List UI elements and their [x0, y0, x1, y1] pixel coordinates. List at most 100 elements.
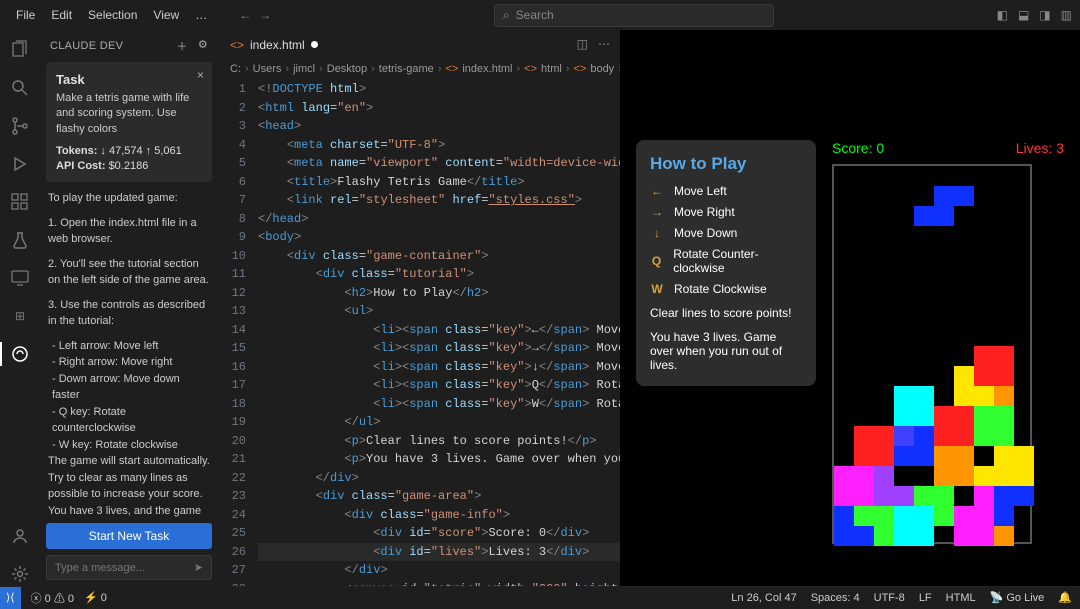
breadcrumb-segment[interactable]: C:	[230, 63, 241, 75]
claude-dev-icon[interactable]	[8, 342, 32, 366]
breadcrumb-segment[interactable]: index.html	[462, 63, 512, 75]
breadcrumb-segment[interactable]: jimcl	[293, 63, 315, 75]
new-task-plus-icon[interactable]: ＋	[177, 38, 188, 54]
breadcrumb-segment[interactable]: html	[541, 63, 562, 75]
tetris-cell	[954, 386, 974, 406]
tetris-cell	[954, 366, 974, 386]
tetris-cell	[954, 526, 974, 546]
toggle-panel-icon[interactable]: ⬓	[1018, 8, 1029, 22]
tetris-cell	[934, 446, 954, 466]
menu-bar: FileEditSelectionView…	[8, 4, 215, 26]
activity-bar: ⊞	[0, 30, 40, 586]
activity-search-icon[interactable]	[8, 76, 32, 100]
encoding[interactable]: UTF-8	[874, 592, 905, 604]
code-editor[interactable]: 1234567891011121314151617181920212223242…	[218, 80, 620, 586]
ports-indicator[interactable]: ⚡ 0	[84, 591, 107, 604]
run-debug-icon[interactable]	[8, 152, 32, 176]
title-bar: FileEditSelectionView… ← → ⌕ Search ◧ ⬓ …	[0, 0, 1080, 30]
tutorial-title: How to Play	[650, 154, 802, 174]
customize-layout-icon[interactable]: ▥	[1061, 8, 1072, 22]
settings-icon[interactable]: ⚙	[198, 38, 208, 54]
remote-explorer-icon[interactable]	[8, 266, 32, 290]
explorer-icon[interactable]	[8, 38, 32, 62]
sidebar-panel: CLAUDE DEV ＋ ⚙ × Task Make a tetris game…	[40, 30, 218, 586]
tetris-cell	[914, 206, 934, 226]
go-live-button[interactable]: 📡 Go Live	[990, 591, 1045, 604]
start-new-task-button[interactable]: Start New Task	[46, 523, 212, 549]
tetris-cell	[994, 346, 1014, 366]
tetris-cell	[914, 406, 934, 426]
tetris-cell	[954, 506, 974, 526]
settings-gear-icon[interactable]	[8, 562, 32, 586]
tutorial-p1: Clear lines to score points!	[650, 306, 802, 320]
testing-icon[interactable]	[8, 228, 32, 252]
control-label: Rotate Counter-clockwise	[673, 247, 802, 275]
tetris-cell	[994, 426, 1014, 446]
tetris-cell	[914, 506, 934, 526]
extensions-icon[interactable]	[8, 190, 32, 214]
code-content[interactable]: <!DOCTYPE html><html lang="en"><head> <m…	[258, 80, 620, 586]
menu-file[interactable]: File	[8, 4, 43, 26]
tetris-cell	[854, 526, 874, 546]
message-input[interactable]: Type a message... ➤	[46, 555, 212, 580]
tetris-cell	[874, 446, 894, 466]
tab-index-html[interactable]: <> index.html	[218, 30, 330, 58]
nav-back-icon[interactable]: ←	[239, 8, 251, 22]
control-row: Q Rotate Counter-clockwise	[650, 247, 802, 275]
menu-edit[interactable]: Edit	[43, 4, 80, 26]
tetris-cell	[934, 506, 954, 526]
tetris-cell	[854, 466, 874, 486]
editor-tabs: <> index.html ◫ ⋯	[218, 30, 620, 58]
tetris-cell	[954, 186, 974, 206]
control-label: Move Down	[674, 226, 737, 240]
command-center-search[interactable]: ⌕ Search	[494, 4, 774, 27]
menu-view[interactable]: View	[145, 4, 187, 26]
more-actions-icon[interactable]: ⋯	[598, 37, 610, 51]
line-gutter: 1234567891011121314151617181920212223242…	[218, 80, 258, 586]
problems-indicator[interactable]: ⓧ 0 ⚠ 0	[31, 590, 74, 606]
key-icon: Q	[650, 254, 663, 268]
tetris-cell	[994, 406, 1014, 426]
html-file-icon: <>	[230, 38, 244, 52]
breadcrumb-segment[interactable]: tetris-game	[379, 63, 434, 75]
eol[interactable]: LF	[919, 592, 932, 604]
close-icon[interactable]: ×	[197, 68, 204, 82]
nav-arrows: ← →	[239, 8, 271, 22]
tetris-cell	[974, 346, 994, 366]
menu-selection[interactable]: Selection	[80, 4, 145, 26]
breadcrumbs[interactable]: C:›Users›jimcl›Desktop›tetris-game›<> in…	[218, 58, 620, 80]
notifications-icon[interactable]: 🔔	[1058, 591, 1072, 604]
breadcrumb-segment[interactable]: Users	[253, 63, 282, 75]
key-icon: ↓	[650, 226, 664, 240]
tetris-cell	[874, 486, 894, 506]
sidebar-header: CLAUDE DEV ＋ ⚙	[46, 34, 212, 62]
control-label: Move Right	[674, 205, 735, 219]
nav-forward-icon[interactable]: →	[259, 8, 271, 22]
language-mode[interactable]: HTML	[946, 592, 976, 604]
tetris-cell	[974, 506, 994, 526]
tutorial-p2: You have 3 lives. Game over when you run…	[650, 330, 802, 372]
accounts-icon[interactable]	[8, 524, 32, 548]
ext-icon-1[interactable]: ⊞	[8, 304, 32, 328]
breadcrumb-segment[interactable]: Desktop	[327, 63, 367, 75]
tokens-meta: Tokens: ↓ 47,574 ↑ 5,061	[56, 145, 202, 157]
toggle-primary-sidebar-icon[interactable]: ◧	[997, 8, 1008, 22]
toggle-secondary-sidebar-icon[interactable]: ◨	[1039, 8, 1050, 22]
tetris-board[interactable]	[832, 164, 1032, 544]
tetris-cell	[894, 526, 914, 546]
remote-indicator-icon[interactable]: ⟩⟨	[0, 587, 21, 609]
split-editor-icon[interactable]: ◫	[577, 37, 588, 51]
breadcrumb-segment[interactable]: body	[590, 63, 614, 75]
sidebar-title: CLAUDE DEV	[50, 40, 123, 52]
send-icon[interactable]: ➤	[194, 561, 203, 574]
tetris-cell	[894, 426, 914, 446]
menu-…[interactable]: …	[187, 4, 215, 26]
search-icon: ⌕	[503, 8, 510, 23]
cursor-position[interactable]: Ln 26, Col 47	[731, 592, 796, 604]
tetris-cell	[894, 386, 914, 406]
control-row: WRotate Clockwise	[650, 282, 802, 296]
indentation[interactable]: Spaces: 4	[811, 592, 860, 604]
tetris-cell	[934, 406, 954, 426]
source-control-icon[interactable]	[8, 114, 32, 138]
tetris-cell	[934, 206, 954, 226]
